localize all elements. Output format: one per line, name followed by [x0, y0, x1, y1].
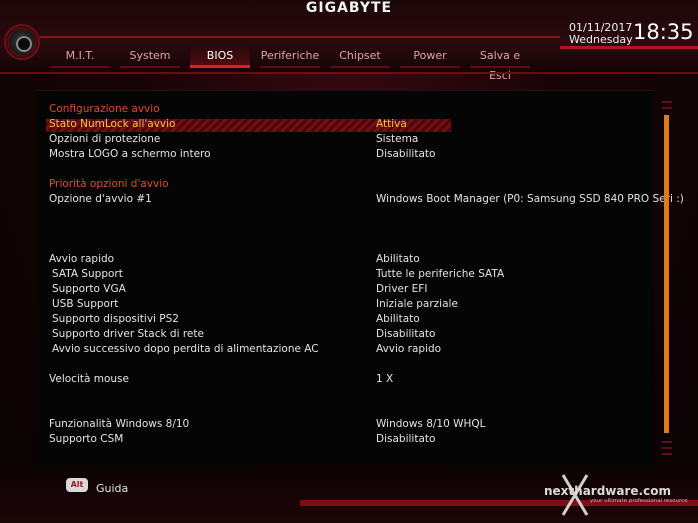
setting-value[interactable]: Disabilitato	[376, 432, 435, 447]
tab-power[interactable]: Power	[400, 46, 460, 68]
scrollbar-thumb[interactable]	[664, 115, 669, 433]
section-title-boot: Configurazione avvio	[49, 103, 160, 115]
tab-chipset[interactable]: Chipset	[330, 46, 390, 68]
setting-value[interactable]: Driver EFI	[376, 282, 427, 297]
help-label[interactable]: Guida	[96, 482, 128, 495]
setting-value[interactable]: Attiva	[376, 117, 407, 132]
setting-label: Supporto dispositivi PS2	[52, 313, 179, 325]
setting-value[interactable]: Sistema	[376, 132, 418, 147]
brand-logo: GIGABYTE	[305, 0, 393, 16]
setting-label: Avvio successivo dopo perdita di aliment…	[52, 343, 319, 355]
setting-label: Supporto driver Stack di rete	[52, 328, 204, 340]
tab-mit[interactable]: M.I.T.	[50, 46, 110, 68]
setting-value[interactable]: Abilitato	[376, 252, 420, 267]
clock: 18:35	[633, 20, 694, 44]
watermark-text: nexthardware.com	[544, 484, 671, 498]
scrollbar-tick	[662, 441, 672, 443]
setting-label: Opzioni di protezione	[49, 133, 161, 145]
setting-value[interactable]: Disabilitato	[376, 147, 435, 162]
setting-value[interactable]: Windows 8/10 WHQL	[376, 417, 486, 432]
setting-value[interactable]: Tutte le periferiche SATA	[376, 267, 504, 282]
top-bar: GIGABYTE M.I.T. System BIOS Periferiche …	[0, 0, 698, 82]
setting-value[interactable]: Windows Boot Manager (P0: Samsung SSD 84…	[376, 192, 684, 207]
setting-label: Supporto CSM	[49, 433, 124, 445]
decor-line	[40, 36, 560, 38]
tab-system[interactable]: System	[120, 46, 180, 68]
scrollbar-tick	[662, 101, 672, 103]
scrollbar[interactable]	[662, 97, 672, 465]
date-display: 01/11/2017 Wednesday	[569, 22, 633, 46]
tab-bios[interactable]: BIOS	[190, 46, 250, 68]
setting-label: SATA Support	[52, 268, 123, 280]
setting-label: Velocità mouse	[49, 373, 129, 385]
setting-label: Opzione d'avvio #1	[49, 193, 152, 205]
tab-bar: M.I.T. System BIOS Periferiche Chipset P…	[50, 46, 540, 82]
scrollbar-tick	[662, 447, 672, 449]
setting-label: Mostra LOGO a schermo intero	[49, 148, 211, 160]
setting-value[interactable]: Iniziale parziale	[376, 297, 458, 312]
tab-salva-esci[interactable]: Salva e Esci	[470, 46, 530, 82]
settings-panel: Configurazione avvio Stato NumLock all'a…	[36, 90, 684, 466]
scrollbar-tick	[662, 107, 672, 109]
setting-label: Funzionalità Windows 8/10	[49, 418, 190, 430]
setting-label: USB Support	[52, 298, 119, 310]
decor-line-right	[560, 46, 698, 49]
gear-icon	[4, 24, 40, 60]
setting-value[interactable]: 1 X	[376, 372, 393, 387]
header-divider	[0, 72, 698, 74]
weekday: Wednesday	[569, 33, 633, 46]
scrollbar-tick	[662, 453, 672, 455]
section-title-priority: Priorità opzioni d'avvio	[49, 178, 169, 190]
setting-value[interactable]: Avvio rapido	[376, 342, 441, 357]
alt-key-icon[interactable]: Alt	[66, 478, 88, 492]
setting-value[interactable]: Abilitato	[376, 312, 420, 327]
watermark-tagline: your ultimate professional resource	[590, 498, 688, 504]
tab-periferiche[interactable]: Periferiche	[260, 46, 320, 68]
setting-label: Stato NumLock all'avvio	[49, 118, 176, 130]
setting-label: Avvio rapido	[49, 253, 115, 265]
setting-label: Supporto VGA	[52, 283, 126, 295]
setting-value[interactable]: Disabilitato	[376, 327, 435, 342]
